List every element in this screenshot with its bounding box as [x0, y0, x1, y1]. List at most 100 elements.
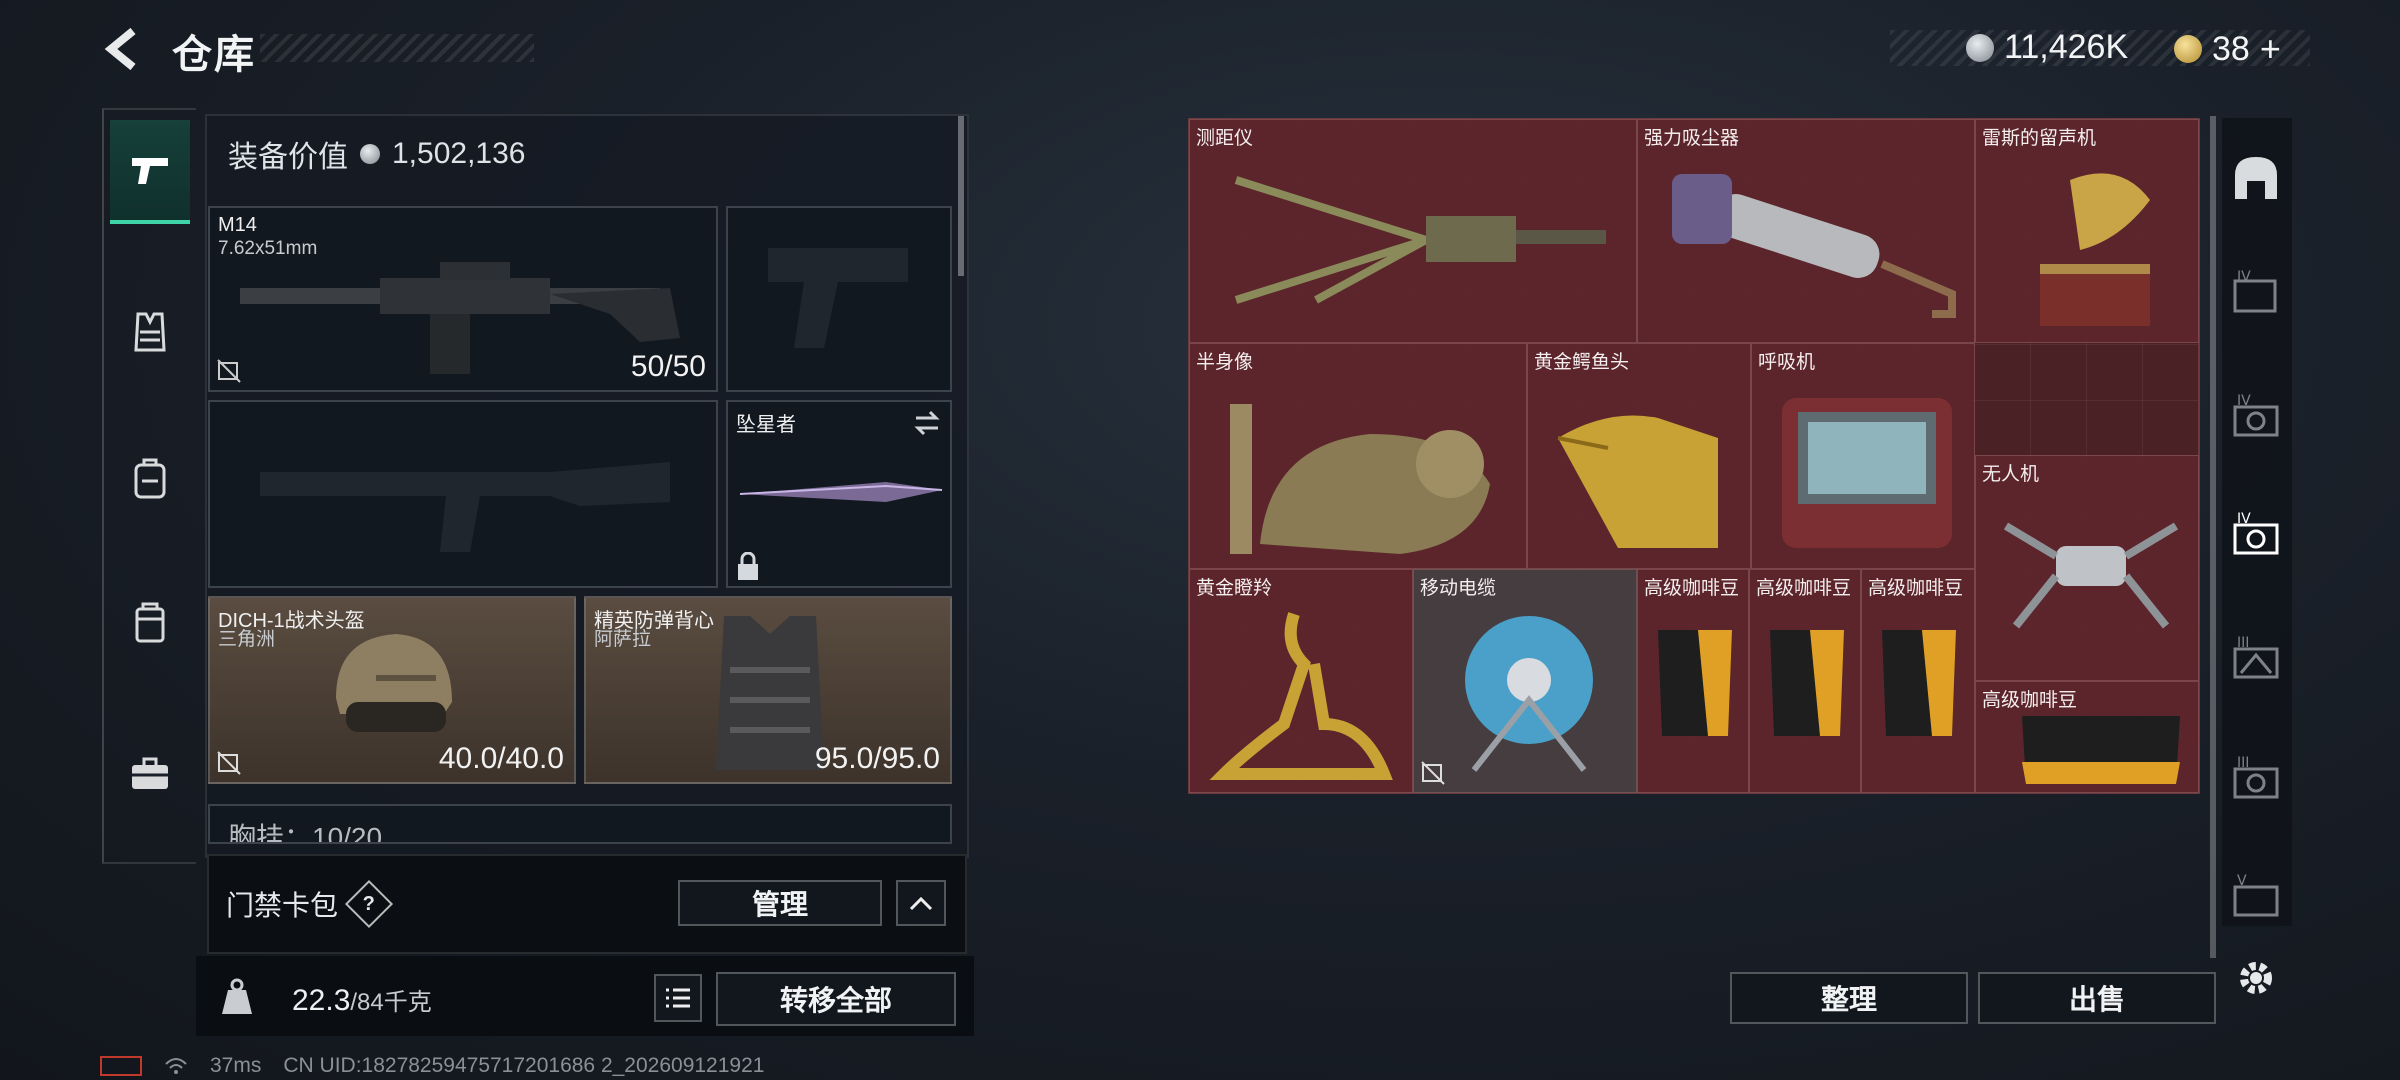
storage-item[interactable]: 强力吸尘器 — [1637, 119, 1975, 343]
battery-icon — [100, 1056, 142, 1076]
silver-coin-icon — [360, 144, 380, 164]
currency-silver: 11,426K — [1966, 28, 2128, 67]
svg-text:IV: IV — [2237, 269, 2251, 285]
settings-button[interactable] — [2226, 948, 2286, 1008]
vault-icon — [2235, 157, 2277, 199]
vacuum-image — [1672, 174, 1956, 318]
storage-tab-4b[interactable]: IV — [2226, 386, 2286, 446]
knife-image — [739, 482, 943, 502]
list-icon — [666, 988, 690, 1008]
storage-item[interactable]: 半身像 — [1189, 343, 1527, 569]
help-icon[interactable]: ? — [344, 879, 394, 929]
drone-image — [2003, 522, 2179, 629]
tier-4-case-icon: IV — [2233, 269, 2277, 313]
helmet-slot[interactable]: DICH-1战术头盔 三角洲 40.0/40.0 — [208, 596, 576, 784]
ventilator-image — [1782, 398, 1952, 548]
svg-text:V: V — [2237, 873, 2247, 889]
storage-item[interactable]: 黄金鳄鱼头 — [1527, 343, 1751, 569]
storage-item[interactable]: 黄金瞪羚 — [1189, 569, 1413, 793]
tab-weapons[interactable] — [110, 120, 190, 224]
list-view-button[interactable] — [654, 974, 702, 1022]
keycase: 门禁卡包 ? — [226, 879, 394, 929]
no-insure-icon — [217, 359, 241, 383]
tier-4-camera-active-icon: IV — [2233, 511, 2279, 555]
chevron-up-icon — [909, 896, 933, 911]
chest-rig-slot[interactable]: 胸挂：10/20 — [208, 804, 952, 844]
page-title: 仓库 — [172, 33, 256, 77]
backpack-icon — [134, 458, 166, 499]
pistol-icon — [132, 158, 168, 184]
coffee-bag-image — [2022, 716, 2180, 784]
back-arrow-icon — [104, 27, 136, 71]
storage-tab-4c[interactable]: IV — [2226, 504, 2286, 564]
coffee-bag-image — [1882, 630, 1956, 736]
category-rail — [102, 108, 196, 864]
rangefinder-image — [1234, 176, 1606, 304]
equipment-value: 装备价值 1,502,136 — [228, 137, 526, 174]
armor-vest-image — [716, 616, 824, 770]
pistol-slot[interactable] — [726, 206, 952, 392]
tab-vest[interactable] — [110, 282, 190, 382]
tier-3-box-icon: III — [2233, 635, 2279, 679]
title-decoration — [260, 34, 534, 62]
rifle-silhouette-icon — [260, 462, 670, 552]
collapse-button[interactable] — [896, 880, 946, 926]
tier-4-camera-icon: IV — [2233, 393, 2279, 437]
svg-text:IV: IV — [2237, 511, 2251, 527]
gramophone-image — [2040, 173, 2150, 326]
storage-tab-4a[interactable]: IV — [2226, 262, 2286, 322]
weight-icon — [222, 978, 252, 1014]
storage-item[interactable]: 呼吸机 — [1751, 343, 1975, 569]
rifle-image — [240, 262, 680, 374]
golden-crocodile-head-image — [1557, 415, 1718, 548]
storage-tab-5[interactable]: V — [2226, 866, 2286, 926]
storage-home-tab[interactable] — [2226, 148, 2286, 208]
storage-tab-3a[interactable]: III — [2226, 628, 2286, 688]
swap-icon[interactable] — [912, 410, 942, 436]
storage-item[interactable]: 高级咖啡豆 — [1749, 569, 1861, 793]
primary-weapon-slot[interactable]: M14 7.62x51mm 50/50 — [208, 206, 718, 392]
storage-item[interactable]: 移动电缆 — [1413, 569, 1637, 793]
tier-3-camera-icon: III — [2233, 755, 2279, 799]
wifi-icon — [165, 1058, 187, 1074]
sell-button[interactable]: 出售 — [1978, 972, 2216, 1024]
gear-icon — [2240, 962, 2272, 994]
tab-backpack[interactable] — [110, 428, 190, 528]
melee-slot[interactable]: 坠星者 — [726, 400, 952, 588]
briefcase-icon — [132, 757, 168, 789]
storage-scrollbar[interactable] — [2210, 116, 2216, 958]
storage-item[interactable]: 测距仪 — [1189, 119, 1637, 343]
lock-icon — [738, 552, 758, 580]
storage-item[interactable]: 高级咖啡豆 — [1637, 569, 1749, 793]
tab-case[interactable] — [110, 724, 190, 824]
chest-rig-label: 胸挂：10/20 — [228, 822, 383, 844]
add-currency-icon[interactable]: + — [2260, 28, 2281, 70]
manage-button[interactable]: 管理 — [678, 880, 882, 926]
tab-pouch[interactable] — [110, 572, 190, 672]
pistol-silhouette-icon — [768, 248, 908, 348]
storage-tab-3b[interactable]: III — [2226, 748, 2286, 808]
currency-gold[interactable]: 38 + — [2174, 28, 2281, 70]
no-insure-icon — [217, 751, 241, 775]
cable-reel-image — [1465, 616, 1593, 772]
bust-image — [1230, 404, 1490, 554]
storage-item[interactable]: 高级咖啡豆 — [1975, 681, 2199, 793]
secondary-weapon-slot[interactable] — [208, 400, 718, 588]
svg-text:III: III — [2237, 755, 2249, 771]
transfer-all-button[interactable]: 转移全部 — [716, 972, 956, 1026]
svg-text:III: III — [2237, 635, 2249, 651]
coffee-bag-image — [1770, 630, 1844, 736]
svg-text:IV: IV — [2237, 393, 2251, 409]
storage-item[interactable]: 高级咖啡豆 — [1861, 569, 1975, 793]
weight-readout: 22.3/84千克 — [292, 984, 432, 1017]
back-button[interactable] — [100, 26, 146, 72]
loadout-scrollbar[interactable] — [958, 116, 964, 276]
gold-coin-icon — [2174, 35, 2202, 63]
tier-5-case-icon: V — [2233, 873, 2279, 917]
storage-item[interactable]: 雷斯的留声机 — [1975, 119, 2199, 343]
silver-coin-icon — [1966, 33, 1994, 62]
armor-slot[interactable]: 精英防弹背心 阿萨拉 95.0/95.0 — [584, 596, 952, 784]
golden-gazelle-image — [1209, 612, 1393, 780]
sort-button[interactable]: 整理 — [1730, 972, 1968, 1024]
storage-item[interactable]: 无人机 — [1975, 455, 2199, 681]
